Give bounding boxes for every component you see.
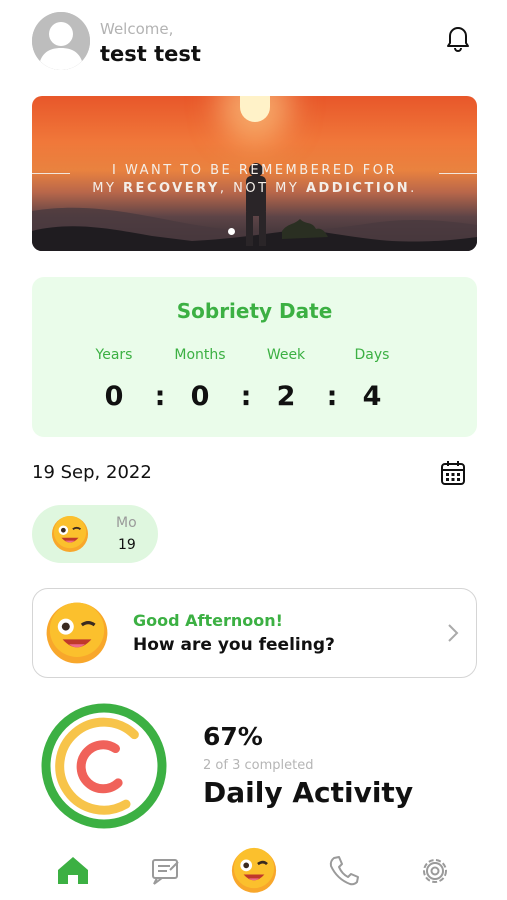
label-years: Years: [95, 347, 133, 363]
settings-icon[interactable]: [410, 840, 460, 896]
chip-day: Mo: [116, 515, 137, 531]
phone-icon[interactable]: [318, 840, 368, 896]
activity-title: Daily Activity: [203, 776, 414, 809]
quote-addiction: ADDICTION: [305, 181, 411, 196]
activity-ring: [41, 703, 167, 829]
feeling-question: How are you feeling?: [133, 635, 335, 655]
calendar-icon[interactable]: [440, 460, 466, 486]
sobriety-card: Sobriety Date Years Months Week Days 0 :…: [32, 277, 477, 437]
home-icon[interactable]: [48, 840, 98, 896]
quote-period: .: [410, 181, 417, 196]
quote-part-my: MY: [92, 181, 124, 196]
label-months: Months: [174, 347, 226, 363]
quote-line-2: MY RECOVERY, NOT MY ADDICTION.: [32, 180, 477, 198]
header: Welcome, test test: [32, 12, 477, 72]
quote-recovery: RECOVERY: [123, 181, 220, 196]
motivation-banner[interactable]: I WANT TO BE REMEMBERED FOR MY RECOVERY,…: [32, 96, 477, 251]
winking-face-icon: [46, 602, 108, 664]
welcome-text: Welcome,: [100, 20, 174, 38]
activity-completed: 2 of 3 completed: [203, 758, 314, 773]
mood-icon[interactable]: [228, 840, 280, 896]
quote-part-not-my: , NOT MY: [219, 181, 306, 196]
label-days: Days: [354, 347, 390, 363]
mood-check-card[interactable]: Good Afternoon! How are you feeling?: [32, 588, 477, 678]
value-days: 4: [362, 381, 382, 412]
label-week: Week: [266, 347, 306, 363]
chip-num: 19: [118, 537, 136, 553]
user-avatar-icon[interactable]: [32, 12, 90, 70]
greeting: Good Afternoon!: [133, 611, 283, 630]
activity-percent: 67%: [203, 722, 263, 751]
current-date: 19 Sep, 2022: [32, 462, 152, 483]
bottom-nav: [0, 840, 507, 900]
chevron-right-icon[interactable]: [446, 622, 460, 644]
quote-line-1: I WANT TO BE REMEMBERED FOR: [111, 163, 398, 178]
bell-icon[interactable]: [445, 24, 471, 52]
day-chip[interactable]: Mo 19: [32, 505, 158, 563]
sobriety-title: Sobriety Date: [176, 299, 333, 323]
winking-face-icon: [51, 515, 89, 553]
quote-text: I WANT TO BE REMEMBERED FOR MY RECOVERY,…: [32, 162, 477, 198]
carousel-dot[interactable]: [228, 228, 235, 235]
journal-icon[interactable]: [140, 840, 190, 896]
username: test test: [100, 42, 201, 66]
